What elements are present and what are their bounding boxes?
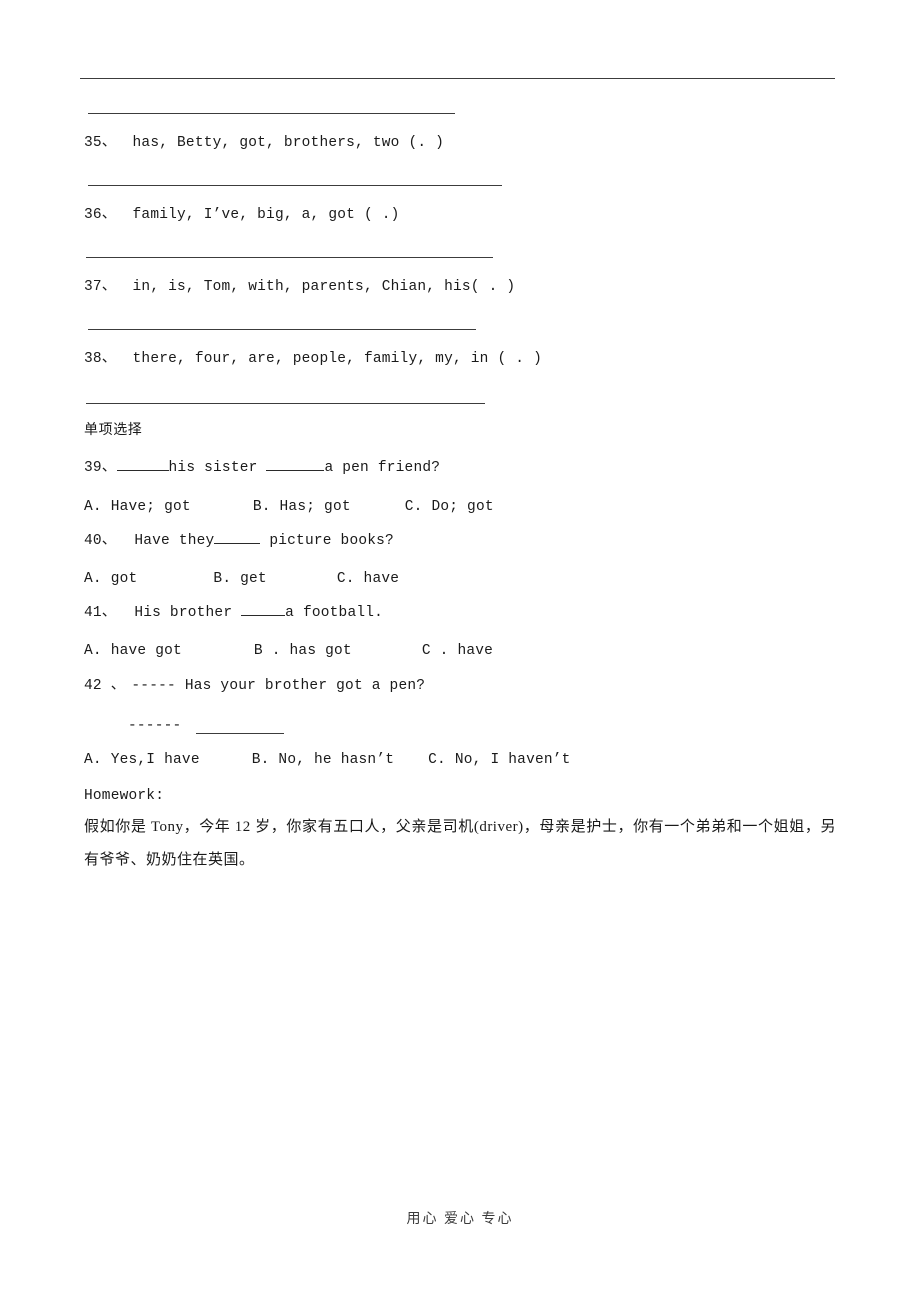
question-36: 36、 family, I’ve, big, a, got ( .) [84,208,400,223]
question-38-number: 38、 [84,351,117,367]
question-40-text-b: picture books? [260,533,394,549]
option-39-a[interactable]: A. Have; got [84,499,191,515]
question-39-number: 39、 [84,460,117,476]
question-39-blank-1[interactable] [116,470,169,471]
section-heading-multiple-choice: 单项选择 [84,423,143,438]
question-39-text-a: his sister [168,460,267,476]
option-39-c[interactable]: C. Do; got [405,499,494,515]
answer-line-37[interactable] [88,329,476,330]
question-40: 40、 Have they picture books? [84,534,394,549]
question-41: 41、 His brother a football. [84,606,383,621]
answer-line-38[interactable] [86,403,485,404]
question-37-text: in, is, Tom, with, parents, Chian, his( … [132,279,516,295]
option-41-b[interactable]: B . has got [254,643,352,659]
question-36-number: 36、 [84,207,117,223]
question-42-answer-blank[interactable] [196,733,284,734]
question-40-number: 40、 [84,533,117,549]
question-42-dashes: ------ [128,718,182,734]
option-39-b[interactable]: B. Has; got [253,499,351,515]
answer-line-35[interactable] [88,185,502,186]
option-42-b[interactable]: B. No, he hasn’t [252,752,394,768]
page-footer: 用心 爱心 专心 [406,1212,514,1227]
question-42-answer-prompt: ------ [128,719,181,734]
homework-label: Homework: [84,788,165,804]
option-40-c[interactable]: C. have [337,571,399,587]
question-42-text: ----- Has your brother got a pen? [131,678,426,694]
option-41-a[interactable]: A. have got [84,643,182,659]
question-40-options: A. got B. get C. have [84,572,399,587]
question-39-blank-2[interactable] [266,470,325,471]
question-41-blank-1[interactable] [241,615,286,616]
question-39-text-b: a pen friend? [324,460,441,476]
question-35: 35、 has, Betty, got, brothers, two (. ) [84,136,444,151]
question-42: 42 、 ----- Has your brother got a pen? [84,679,425,694]
question-38: 38、 there, four, are, people, family, my,… [84,352,542,367]
question-39: 39、 his sister a pen friend? [84,461,440,476]
option-42-a[interactable]: A. Yes,I have [84,752,200,768]
question-42-options: A. Yes,I have B. No, he hasn’t C. No, I ha… [84,753,571,768]
question-41-options: A. have got B . has got C . have [84,644,493,659]
question-37: 37、 in, is, Tom, with, parents, Chian, hi… [84,280,515,295]
answer-line-previous[interactable] [88,113,455,114]
homework-paragraph: 假如你是 Tony，今年 12 岁，你家有五口人，父亲是司机(driver)，母… [84,819,836,868]
question-40-blank-1[interactable] [214,543,261,544]
question-35-number: 35、 [84,135,117,151]
question-36-text: family, I’ve, big, a, got ( .) [132,207,400,223]
question-35-text: has, Betty, got, brothers, two (. ) [132,135,445,151]
question-41-number: 41、 [84,605,117,621]
option-40-a[interactable]: A. got [84,571,137,587]
question-38-text: there, four, are, people, family, my, in… [132,351,542,367]
option-40-b[interactable]: B. get [213,571,266,587]
question-40-text-a: Have they [116,533,215,549]
answer-line-36[interactable] [86,257,493,258]
worksheet-page: 35、 has, Betty, got, brothers, two (. ) 3… [0,0,920,1302]
question-42-number: 42 、 [84,678,126,694]
option-42-c[interactable]: C. No, I haven’t [428,752,570,768]
option-41-c[interactable]: C . have [422,643,493,659]
page-top-divider [80,78,835,79]
question-39-options: A. Have; got B. Has; got C. Do; got [84,500,494,515]
question-41-text-a: His brother [116,605,242,621]
question-37-number: 37、 [84,279,117,295]
question-41-text-b: a football. [285,605,384,621]
